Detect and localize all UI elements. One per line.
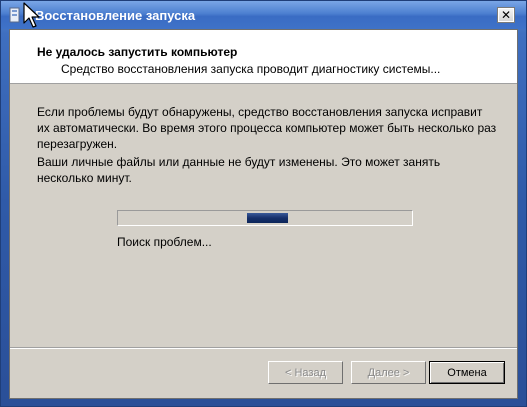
back-button[interactable]: < Назад (268, 361, 343, 384)
page-title: Не удалось запустить компьютер (37, 45, 238, 59)
close-button[interactable]: ✕ (498, 8, 514, 22)
wizard-client-area: Не удалось запустить компьютер Средство … (9, 29, 518, 399)
progress-bar (117, 210, 413, 226)
page-subtitle: Средство восстановления запуска проводит… (61, 62, 441, 76)
progress-indicator (247, 213, 288, 223)
mouse-pointer-icon (23, 2, 40, 28)
next-button[interactable]: Далее > (351, 361, 426, 384)
info-paragraph-files: Ваши личные файлы или данные не будут из… (37, 155, 441, 185)
startup-repair-icon (9, 7, 20, 23)
close-icon: ✕ (500, 8, 512, 22)
window-title: Восстановление запуска (35, 8, 196, 23)
info-paragraph-repair: Если проблемы будут обнаружены, средство… (37, 105, 497, 151)
footer-divider (10, 347, 517, 349)
cancel-button[interactable]: Отмена (429, 361, 505, 384)
progress-status: Поиск проблем... (117, 235, 212, 249)
wizard-header: Не удалось запустить компьютер Средство … (10, 30, 517, 84)
title-bar[interactable]: Восстановление запуска ✕ (1, 1, 526, 29)
startup-repair-window: Восстановление запуска ✕ Не удалось запу… (0, 0, 527, 407)
